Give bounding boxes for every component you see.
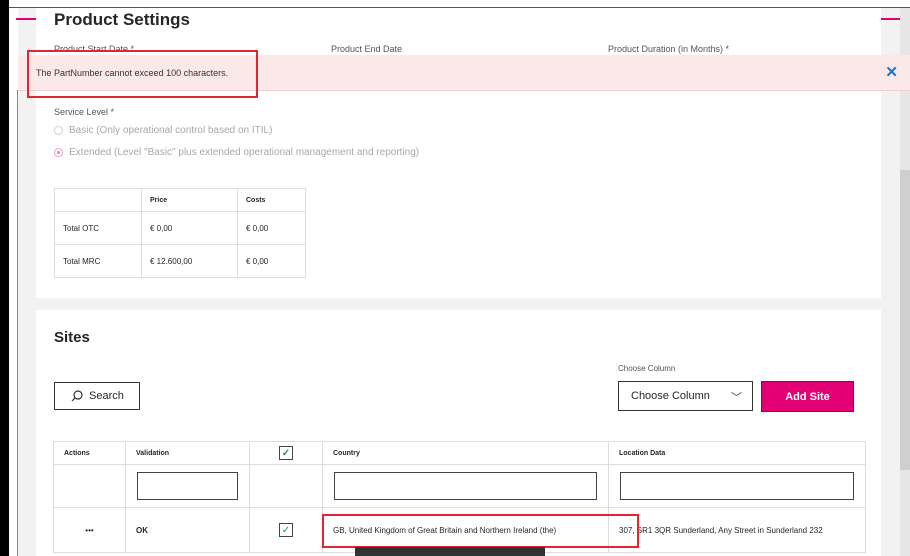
service-level-option-extended[interactable]: Extended (Level "Basic" plus extended op… [54, 147, 419, 158]
choose-column-select[interactable]: Choose Column ﹀ [618, 381, 753, 411]
price-cell: € 0,00 [237, 211, 306, 245]
column-header-actions[interactable]: Actions [53, 441, 126, 465]
close-icon[interactable]: ✕ [885, 63, 898, 81]
row-select-cell: ✓ [249, 507, 323, 553]
window-top-edge [9, 0, 910, 8]
radio-unchecked-icon[interactable] [54, 126, 63, 135]
column-header-location[interactable]: Location Data [608, 441, 866, 465]
highlight-box-alert [27, 50, 258, 98]
window-left-edge [0, 0, 9, 556]
search-button[interactable]: Search [54, 382, 140, 410]
price-table-header [54, 188, 142, 212]
filter-cell-validation [125, 464, 250, 508]
search-button-label: Search [89, 390, 124, 402]
location-filter-input[interactable] [620, 472, 854, 500]
column-header-select-all[interactable]: ✓ [249, 441, 323, 465]
validation-status: OK [125, 507, 250, 553]
location-cell: 307, SR1 3QR Sunderland, Any Street in S… [608, 507, 866, 553]
sites-title: Sites [54, 329, 90, 346]
row-checkbox[interactable]: ✓ [279, 523, 293, 537]
highlight-box-country [322, 514, 639, 548]
column-header-country[interactable]: Country [322, 441, 609, 465]
filter-cell-select [249, 464, 323, 508]
search-icon [71, 390, 83, 402]
bottom-overlay [355, 547, 545, 556]
column-header-validation[interactable]: Validation [125, 441, 250, 465]
choose-column-value: Choose Column [631, 390, 710, 402]
row-actions-menu[interactable]: ••• [53, 507, 126, 553]
radio-label: Extended (Level "Basic" plus extended op… [69, 147, 420, 158]
validation-filter-input[interactable] [137, 472, 238, 500]
select-all-checkbox[interactable]: ✓ [279, 446, 293, 460]
service-level-label: Service Level * [54, 107, 115, 117]
table-row: Total MRC € 12.600,00 € 0,00 [54, 244, 306, 278]
service-level-option-basic[interactable]: Basic (Only operational control based on… [54, 125, 272, 136]
price-cell: € 0,00 [237, 244, 306, 278]
radio-checked-icon[interactable] [54, 148, 63, 157]
chevron-down-icon: ﹀ [731, 392, 742, 404]
product-duration-label: Product Duration (in Months) * [608, 44, 730, 54]
filter-cell-actions [53, 464, 126, 508]
price-cell: Total MRC [54, 244, 142, 278]
price-cell: Total OTC [54, 211, 142, 245]
choose-column-label: Choose Column [618, 364, 676, 373]
left-divider [17, 90, 18, 556]
price-table-header: Costs [237, 188, 306, 212]
country-filter-input[interactable] [334, 472, 597, 500]
price-table-header: Price [141, 188, 238, 212]
filter-cell-location [608, 464, 866, 508]
filter-cell-country [322, 464, 609, 508]
price-cell: € 0,00 [141, 211, 238, 245]
scrollbar-thumb[interactable] [900, 170, 910, 470]
price-table: Price Costs Total OTC € 0,00 € 0,00 Tota… [54, 188, 306, 278]
table-row: Total OTC € 0,00 € 0,00 [54, 211, 306, 245]
add-site-button[interactable]: Add Site [761, 381, 854, 412]
filter-row [53, 464, 866, 508]
radio-label: Basic (Only operational control based on… [69, 125, 273, 136]
price-cell: € 12.600,00 [141, 244, 238, 278]
product-end-date-label: Product End Date [331, 44, 403, 54]
product-settings-title: Product Settings [54, 10, 191, 29]
